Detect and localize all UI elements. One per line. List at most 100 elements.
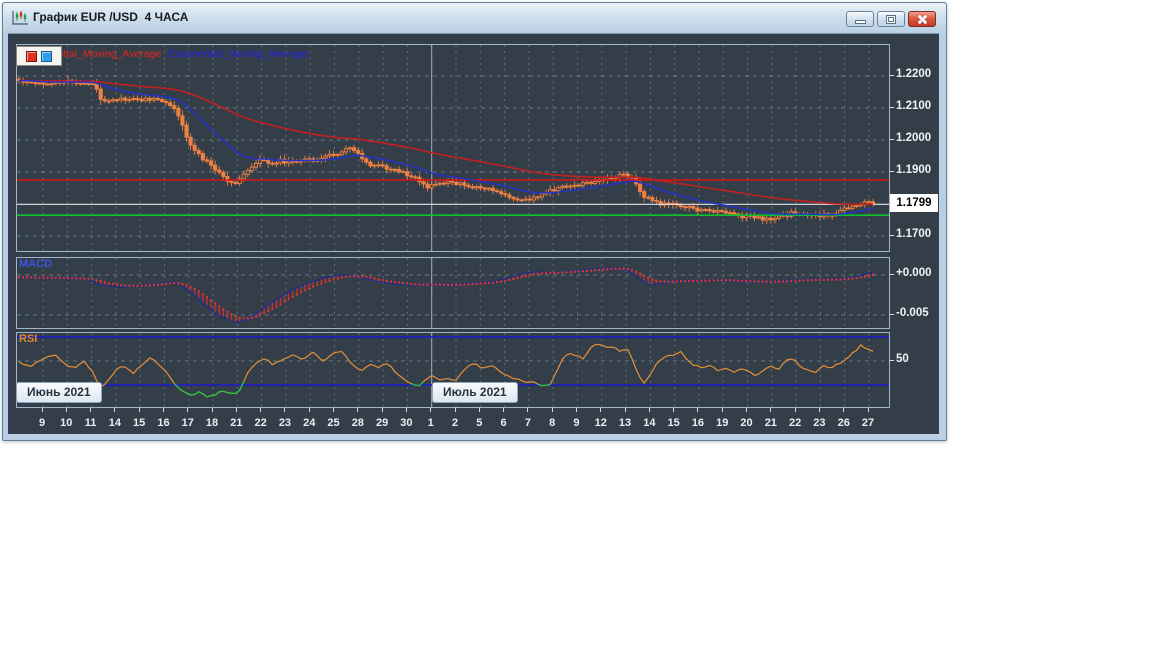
date-tick xyxy=(357,408,359,412)
date-axis-label: 20 xyxy=(740,417,753,429)
date-tick xyxy=(697,408,699,412)
macd-label: MACD xyxy=(19,258,52,270)
date-tick xyxy=(65,408,67,412)
date-tick xyxy=(478,408,480,412)
date-axis-label: 14 xyxy=(643,417,656,429)
date-axis-label: 26 xyxy=(837,417,850,429)
date-tick xyxy=(41,408,43,412)
indicator-legend-swatches[interactable] xyxy=(16,46,62,66)
date-tick xyxy=(770,408,772,412)
date-axis-label: 14 xyxy=(108,417,121,429)
macd-axis-label: -0.005 xyxy=(896,307,929,319)
date-axis-label: 22 xyxy=(254,417,267,429)
date-tick xyxy=(575,408,577,412)
price-axis-label: 1.2000 xyxy=(896,132,932,144)
macd-chart-canvas[interactable] xyxy=(17,258,889,328)
macd-axis-label: +0.000 xyxy=(896,267,932,279)
date-axis-label: 8 xyxy=(549,417,556,429)
minimize-icon xyxy=(854,19,866,24)
date-tick xyxy=(551,408,553,412)
date-tick xyxy=(138,408,140,412)
price-chart-canvas[interactable] xyxy=(17,45,889,251)
date-axis-label: 21 xyxy=(230,417,243,429)
date-axis-label: 15 xyxy=(667,417,680,429)
date-tick xyxy=(162,408,164,412)
date-tick xyxy=(90,408,92,412)
macd-panel xyxy=(16,257,890,329)
date-axis-label: 1 xyxy=(427,417,434,429)
date-axis-label: 12 xyxy=(594,417,607,429)
date-tick xyxy=(381,408,383,412)
chart-window: График EUR /USD 4 ЧАСА Exponential_Movin… xyxy=(2,2,947,441)
window-title: График EUR /USD 4 ЧАСА xyxy=(33,10,189,24)
month-label-june: Июнь 2021 xyxy=(16,382,102,403)
date-axis-label: 16 xyxy=(157,417,170,429)
close-button[interactable] xyxy=(908,11,936,27)
date-tick xyxy=(867,408,869,412)
maximize-button[interactable] xyxy=(877,11,905,27)
date-tick xyxy=(818,408,820,412)
date-tick xyxy=(430,408,432,412)
rsi-axis-label: 50 xyxy=(896,353,909,365)
date-tick xyxy=(454,408,456,412)
date-axis-label: 18 xyxy=(205,417,219,429)
price-axis-label: 1.1700 xyxy=(896,228,932,240)
date-tick xyxy=(211,408,213,412)
date-axis-label: 15 xyxy=(133,417,146,429)
date-axis-label: 2 xyxy=(451,417,459,429)
date-axis-label: 21 xyxy=(764,417,777,429)
close-icon xyxy=(916,14,928,25)
date-tick xyxy=(333,408,335,412)
maximize-icon xyxy=(886,14,896,24)
date-tick xyxy=(235,408,237,412)
rsi-label: RSI xyxy=(19,333,38,345)
window-controls xyxy=(846,11,936,27)
candlestick-chart-icon xyxy=(12,11,28,25)
date-axis-label: 27 xyxy=(861,417,875,429)
price-axis-label: 1.2200 xyxy=(896,68,932,80)
date-tick xyxy=(260,408,262,412)
date-axis-label: 11 xyxy=(84,417,97,429)
date-tick xyxy=(405,408,407,412)
date-tick xyxy=(527,408,529,412)
date-axis-label: 9 xyxy=(38,417,46,429)
month-label-july: Июль 2021 xyxy=(432,382,518,403)
date-axis-label: 30 xyxy=(400,417,413,429)
date-tick xyxy=(648,408,650,412)
price-axis-label: 1.1900 xyxy=(896,164,932,176)
date-tick xyxy=(600,408,602,412)
date-axis-label: 10 xyxy=(60,417,73,429)
ema-red-swatch-icon xyxy=(26,50,37,62)
date-axis-label: 19 xyxy=(716,417,729,429)
indicator-legend: Exponential_Moving_Average Exponential_Mo… xyxy=(22,48,308,60)
date-axis-label: 22 xyxy=(788,417,802,429)
minimize-button[interactable] xyxy=(846,11,874,27)
date-axis-label: 24 xyxy=(303,417,316,429)
date-tick xyxy=(794,408,796,412)
date-axis-label: 6 xyxy=(500,417,507,429)
date-axis: 9 10 11 14 15 16 17 18 21 22 23 24 25 28 29 30 1 2 5 6 7 8 9 12… xyxy=(8,408,939,434)
date-tick xyxy=(284,408,286,412)
ema-fast-label: Exponential_Moving_Average xyxy=(168,48,308,60)
date-tick xyxy=(843,408,845,412)
date-tick xyxy=(308,408,310,412)
date-tick xyxy=(114,408,116,412)
current-price-tag: 1.1799 xyxy=(890,194,938,212)
price-panel xyxy=(16,44,890,252)
date-axis-label: 29 xyxy=(375,417,389,429)
date-axis-label: 25 xyxy=(327,417,340,429)
ema-blue-swatch-icon xyxy=(41,50,52,62)
title-bar[interactable]: График EUR /USD 4 ЧАСА xyxy=(3,3,946,33)
date-axis-label: 7 xyxy=(524,417,531,429)
date-tick xyxy=(187,408,189,412)
date-axis-label: 9 xyxy=(573,417,580,429)
date-axis-label: 17 xyxy=(181,417,194,429)
date-tick xyxy=(721,408,723,412)
price-axis-label: 1.2100 xyxy=(896,100,932,112)
date-axis-label: 13 xyxy=(618,417,632,429)
date-axis-label: 23 xyxy=(278,417,292,429)
date-tick xyxy=(624,408,626,412)
chart-client-area: Exponential_Moving_Average Exponential_Mo… xyxy=(8,33,939,434)
date-tick xyxy=(673,408,675,412)
date-tick xyxy=(746,408,748,412)
